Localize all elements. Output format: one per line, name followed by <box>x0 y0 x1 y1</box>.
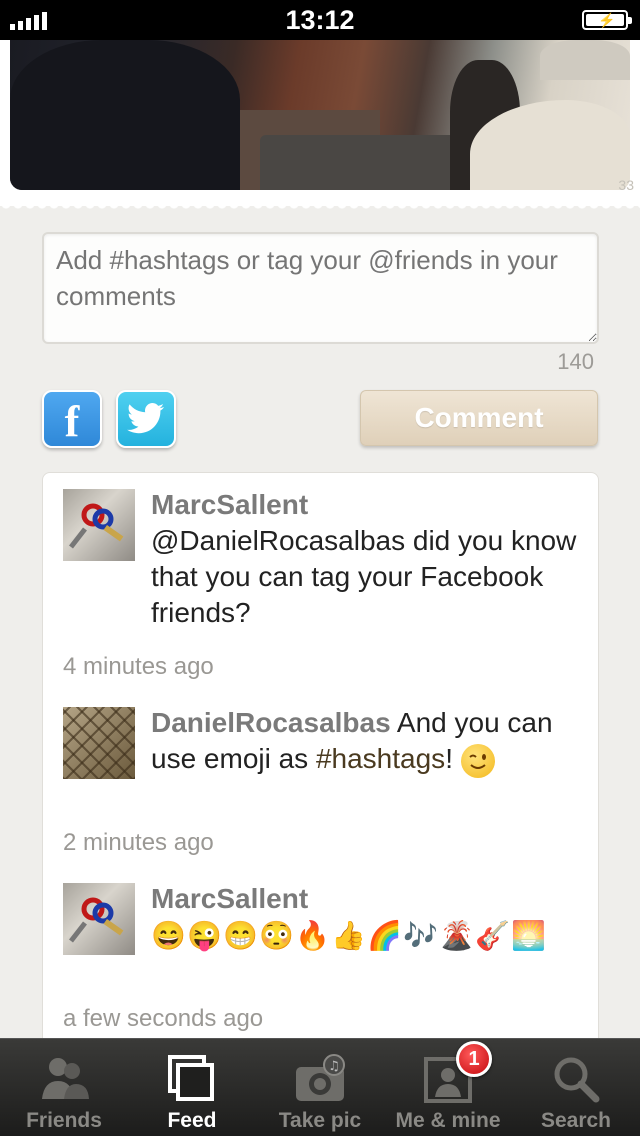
tab-label: Take pic <box>278 1109 362 1132</box>
emoji-rainbow: 🌈 <box>367 920 402 951</box>
status-bar: 13:12 ⚡ <box>0 0 640 40</box>
emoji-guitar: 🎸 <box>475 920 510 951</box>
notification-badge: 1 <box>456 1041 492 1077</box>
emoji-tongue-wink: 😜 <box>187 920 222 951</box>
emoji-volcano: 🌋 <box>439 920 474 951</box>
photo-card: 33 <box>0 40 640 206</box>
search-icon <box>554 1057 600 1103</box>
tab-bar: Friends Feed ♫ Take pic 1 Me & mine Sear… <box>0 1038 640 1136</box>
comment-body: MarcSallent 😄 😜 😁 😳 🔥 👍 🌈 🎶 🌋 🎸 🌅 <box>151 881 581 953</box>
tab-search[interactable]: Search <box>512 1039 640 1136</box>
avatar[interactable] <box>63 883 135 955</box>
comments-list: MarcSallent @DanielRocasalbas did you kn… <box>42 472 599 1072</box>
comment-timestamp: 4 minutes ago <box>63 653 214 680</box>
scalloped-divider <box>0 204 640 212</box>
tab-me-and-mine[interactable]: 1 Me & mine <box>384 1039 512 1136</box>
svg-text:♫: ♫ <box>328 1059 340 1074</box>
tab-feed[interactable]: Feed <box>128 1039 256 1136</box>
comment-button[interactable]: Comment <box>360 390 598 446</box>
comment-username[interactable]: DanielRocasalbas <box>151 707 391 738</box>
tab-take-pic[interactable]: ♫ Take pic <box>256 1039 384 1136</box>
comment-timestamp: 2 minutes ago <box>63 829 214 856</box>
tab-label: Friends <box>26 1109 102 1132</box>
emoji-grin: 😁 <box>223 920 258 951</box>
friends-icon <box>42 1058 89 1099</box>
tab-label: Me & mine <box>395 1109 501 1132</box>
twitter-share-button[interactable] <box>116 390 176 448</box>
emoji-fire: 🔥 <box>295 920 330 951</box>
keys-photo-icon <box>69 503 124 549</box>
battery-icon: ⚡ <box>582 10 632 30</box>
tab-label: Search <box>540 1109 612 1132</box>
emoji-flushed: 😳 <box>259 920 294 951</box>
comment-text-end: ! <box>445 743 453 774</box>
photo-number: 33 <box>618 177 634 193</box>
avatar[interactable] <box>63 707 135 779</box>
facebook-icon: f <box>64 396 80 446</box>
comment-username[interactable]: MarcSallent <box>151 883 308 914</box>
emoji-notes: 🎶 <box>403 920 438 951</box>
tab-label: Feed <box>167 1109 217 1132</box>
comment-timestamp: a few seconds ago <box>63 1005 264 1032</box>
keys-photo-icon <box>69 897 124 943</box>
post-photo[interactable] <box>10 40 630 190</box>
facebook-share-button[interactable]: f <box>42 390 102 448</box>
camera-icon: ♫ <box>296 1054 345 1101</box>
comment-username[interactable]: MarcSallent <box>151 489 308 520</box>
comment-input[interactable] <box>42 232 599 344</box>
comment-hashtag[interactable]: #hashtags <box>316 743 445 774</box>
status-time: 13:12 <box>285 5 355 35</box>
tab-friends[interactable]: Friends <box>0 1039 128 1136</box>
comment-body: MarcSallent @DanielRocasalbas did you kn… <box>151 487 581 631</box>
comment-mention[interactable]: @DanielRocasalbas <box>151 525 405 556</box>
emoji-sunrise: 🌅 <box>511 920 546 951</box>
comment-body: DanielRocasalbas And you can use emoji a… <box>151 705 581 778</box>
character-count: 140 <box>557 349 594 374</box>
winking-face-emoji-icon <box>460 743 495 778</box>
emoji-thumbs-up: 👍 <box>331 920 366 951</box>
avatar[interactable] <box>63 489 135 561</box>
twitter-bird-icon <box>127 403 164 434</box>
emoji-row: 😄 😜 😁 😳 🔥 👍 🌈 🎶 🌋 🎸 🌅 <box>151 919 581 953</box>
feed-icon <box>168 1055 214 1101</box>
emoji-grinning: 😄 <box>151 920 186 951</box>
